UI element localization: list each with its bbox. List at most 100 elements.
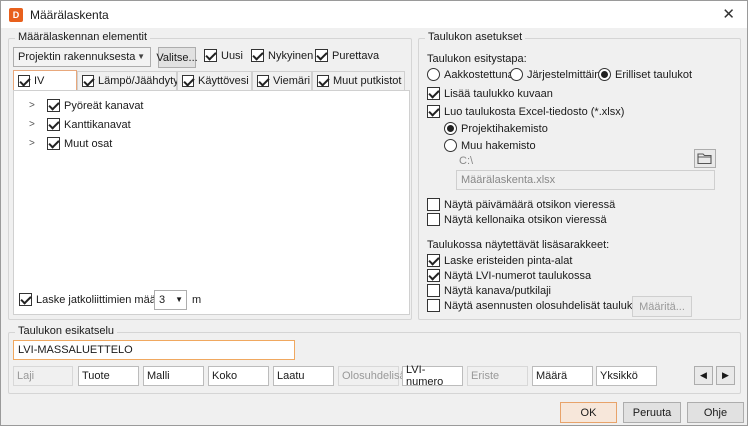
add-table-to-drawing-checkbox[interactable]: Lisää taulukko kuvaan	[427, 87, 553, 100]
show-time-checkbox[interactable]: Näytä kellonaika otsikon vieressä	[427, 213, 607, 226]
source-select-value: Projektin rakennuksesta	[18, 51, 136, 63]
title-bar: D Määrälaskenta ✕	[1, 1, 747, 28]
tab-domestic-water[interactable]: Käyttövesi	[177, 71, 252, 90]
checkbox-box	[427, 254, 440, 267]
close-icon[interactable]: ✕	[722, 5, 735, 23]
radio-other-directory[interactable]: Muu hakemisto	[444, 139, 536, 152]
radio-circle	[598, 68, 611, 81]
checkbox-box	[427, 87, 440, 100]
radio-circle	[444, 122, 457, 135]
radio-by-system[interactable]: Järjestelmittäin	[510, 68, 600, 81]
table-title-input[interactable]: LVI-MASSALUETTELO	[13, 340, 295, 360]
browse-folder-button[interactable]	[694, 149, 716, 168]
show-lvi-numbers-checkbox[interactable]: Näytä LVI-numerot taulukossa	[427, 269, 591, 282]
show-date-label: Näytä päivämäärä otsikon vieressä	[444, 198, 616, 211]
checkbox-box	[19, 293, 32, 306]
chevron-right-icon[interactable]: >	[29, 138, 47, 149]
table-settings-label: Taulukon asetukset	[425, 31, 526, 43]
tab-sewer[interactable]: Viemäri	[252, 71, 312, 90]
tree-item-label: Kanttikanavat	[64, 118, 131, 131]
next-column-button[interactable]: ▶	[716, 366, 735, 385]
prev-column-button[interactable]: ◀	[694, 366, 713, 385]
radio-circle	[444, 139, 457, 152]
column-quality[interactable]: Laatu	[273, 366, 334, 386]
column-unit[interactable]: Yksikkö	[596, 366, 657, 386]
checkbox-box	[18, 74, 30, 87]
column-product[interactable]: Tuote	[78, 366, 139, 386]
filter-existing-checkbox[interactable]: Nykyinen	[251, 49, 313, 62]
chevron-right-icon[interactable]: >	[29, 119, 47, 130]
column-condition-extra[interactable]: Olosuhdelisä	[338, 366, 406, 386]
checkbox-box	[427, 213, 440, 226]
show-time-label: Näytä kellonaika otsikon vieressä	[444, 213, 607, 226]
extra-columns-label: Taulukossa näytettävät lisäsarakkeet:	[427, 239, 610, 251]
filter-new-label: Uusi	[221, 49, 244, 62]
radio-alphabetical[interactable]: Aakkostettuna	[427, 68, 514, 81]
column-quantity[interactable]: Määrä	[532, 366, 593, 386]
show-conditions-checkbox[interactable]: Näytä asennusten olosuhdelisät taulukoss…	[427, 299, 656, 312]
tree-item-label: Pyöreät kanavat	[64, 99, 144, 112]
checkbox-box	[251, 49, 264, 62]
column-type[interactable]: Laji	[13, 366, 73, 386]
create-excel-checkbox[interactable]: Luo taulukosta Excel-tiedosto (*.xlsx)	[427, 105, 624, 118]
chevron-right-icon[interactable]: >	[29, 100, 47, 111]
elements-group-label: Määrälaskennan elementit	[15, 31, 151, 43]
tab-domestic-water-label: Käyttövesi	[198, 75, 249, 87]
checkbox-box	[315, 49, 328, 62]
folder-icon	[697, 153, 712, 165]
column-model[interactable]: Malli	[143, 366, 204, 386]
filter-new-checkbox[interactable]: Uusi	[204, 49, 243, 62]
checkbox-box[interactable]	[47, 137, 60, 150]
excel-filename-input[interactable]: Määrälaskenta.xlsx	[456, 170, 715, 190]
presentation-label: Taulukon esitystapa:	[427, 53, 527, 65]
radio-circle	[510, 68, 523, 81]
insulation-area-label: Laske eristeiden pinta-alat	[444, 254, 573, 267]
checkbox-box	[317, 75, 329, 87]
create-excel-label: Luo taulukosta Excel-tiedosto (*.xlsx)	[444, 105, 625, 118]
checkbox-box[interactable]	[47, 118, 60, 131]
checkbox-box	[204, 49, 217, 62]
filter-demolish-checkbox[interactable]: Purettava	[315, 49, 379, 62]
tree-item-rect-ducts[interactable]: > Kanttikanavat	[29, 118, 131, 131]
radio-alphabetical-label: Aakkostettuna	[444, 68, 514, 81]
radio-separate-tables[interactable]: Erilliset taulukot	[598, 68, 692, 81]
system-tabs: IV Lämpö/Jäähdytys Käyttövesi Viemäri Mu…	[13, 70, 405, 90]
quantity-calculation-dialog: D Määrälaskenta ✕ Määrälaskennan element…	[0, 0, 748, 426]
show-lvi-numbers-label: Näytä LVI-numerot taulukossa	[444, 269, 592, 282]
checkbox-box	[427, 105, 440, 118]
column-size[interactable]: Koko	[208, 366, 269, 386]
app-logo-icon: D	[9, 7, 23, 22]
show-date-checkbox[interactable]: Näytä päivämäärä otsikon vieressä	[427, 198, 615, 211]
source-select[interactable]: Projektin rakennuksesta ▼	[13, 47, 151, 67]
show-duct-type-label: Näytä kanava/putkilaji	[444, 284, 552, 297]
checkbox-box	[427, 299, 440, 312]
column-insulation[interactable]: Eriste	[467, 366, 528, 386]
fitting-interval-select[interactable]: 3 ▼	[154, 290, 187, 310]
checkbox-box	[257, 75, 269, 87]
tab-other-piping[interactable]: Muut putkistot	[312, 71, 405, 90]
cancel-button[interactable]: Peruuta	[623, 402, 681, 423]
checkbox-box	[82, 75, 94, 87]
column-lvi-number[interactable]: LVI-numero	[402, 364, 463, 388]
window-title: Määrälaskenta	[30, 7, 109, 22]
tab-iv[interactable]: IV	[13, 70, 77, 90]
define-button[interactable]: Määritä...	[632, 296, 692, 317]
radio-project-directory-label: Projektihakemisto	[461, 122, 548, 135]
help-button[interactable]: Ohje	[687, 402, 744, 423]
radio-other-directory-label: Muu hakemisto	[461, 139, 536, 152]
chevron-down-icon: ▼	[175, 295, 183, 304]
directory-path: C:\	[459, 155, 474, 167]
show-duct-type-checkbox[interactable]: Näytä kanava/putkilaji	[427, 284, 551, 297]
radio-project-directory[interactable]: Projektihakemisto	[444, 122, 548, 135]
tree-item-round-ducts[interactable]: > Pyöreät kanavat	[29, 99, 144, 112]
checkbox-box	[427, 284, 440, 297]
insulation-area-checkbox[interactable]: Laske eristeiden pinta-alat	[427, 254, 572, 267]
checkbox-box	[427, 269, 440, 282]
arrow-right-icon: ▶	[722, 370, 729, 380]
tab-heating-cooling[interactable]: Lämpö/Jäähdytys	[77, 71, 184, 90]
count-fittings-checkbox[interactable]: Laske jatkoliittimien määrä	[19, 293, 166, 306]
select-button[interactable]: Valitse...	[156, 47, 198, 68]
ok-button[interactable]: OK	[560, 402, 617, 423]
tree-item-other-parts[interactable]: > Muut osat	[29, 137, 112, 150]
checkbox-box[interactable]	[47, 99, 60, 112]
